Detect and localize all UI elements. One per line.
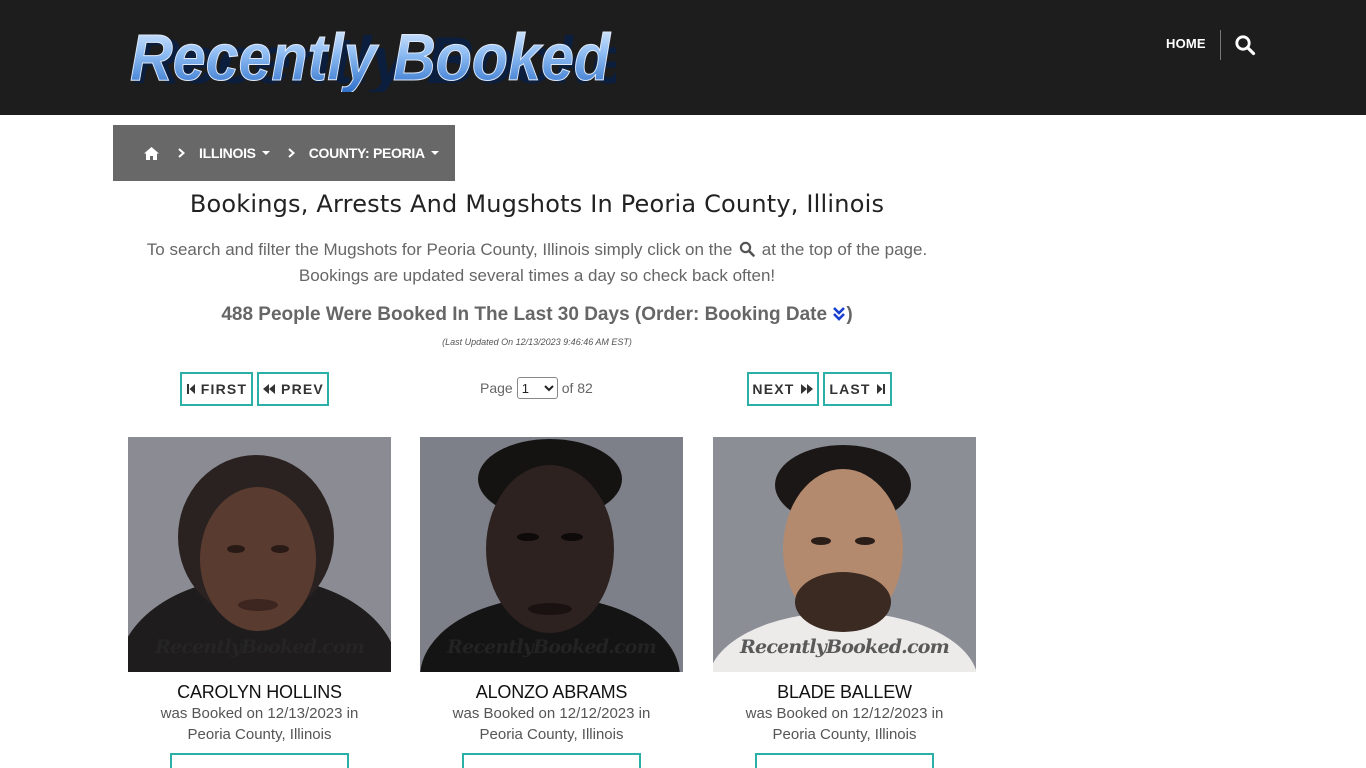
step-forward-icon: [876, 384, 885, 394]
mugshot-watermark: RecentlyBooked.com: [155, 636, 365, 658]
booking-count-close: ): [846, 304, 853, 325]
next-page-label: NEXT: [752, 381, 795, 397]
breadcrumb-county-dropdown[interactable]: COUNTY: PEORIA: [309, 145, 439, 161]
search-icon: [739, 239, 755, 257]
mugshot-image[interactable]: RecentlyBooked.com: [420, 437, 683, 672]
svg-text:Recently Booked: Recently Booked: [130, 20, 612, 92]
booking-card: RecentlyBooked.com CAROLYN HOLLINS was B…: [128, 437, 391, 768]
breadcrumb-state-label: ILLINOIS: [199, 145, 256, 161]
site-logo[interactable]: Recently Booked Recently Booked: [126, 18, 617, 93]
first-page-label: FIRST: [200, 381, 248, 397]
prev-page-button[interactable]: PREV: [257, 372, 329, 406]
page-title: Bookings, Arrests And Mugshots In Peoria…: [189, 190, 885, 218]
last-page-label: LAST: [829, 381, 871, 397]
see-details-button[interactable]: SEE DETAILS: [170, 753, 349, 768]
nav-home-link[interactable]: HOME: [1166, 36, 1206, 51]
breadcrumb-county-label: COUNTY: PEORIA: [308, 145, 425, 161]
backward-icon: [263, 384, 276, 394]
booking-count-text: 488 People Were Booked In The Last 30 Da…: [221, 304, 828, 325]
booking-location-text: Peoria County, Illinois: [772, 726, 917, 743]
intro-text-before: To search and filter the Mugshots for Pe…: [146, 240, 733, 259]
chevron-right-icon: [178, 148, 185, 158]
booking-date-text: was Booked on 12/12/2023 in: [452, 705, 651, 722]
first-page-button[interactable]: FIRST: [180, 372, 253, 406]
inmate-name[interactable]: ALONZO ABRAMS: [420, 682, 683, 703]
double-chevron-down-icon[interactable]: [832, 306, 846, 322]
page-select[interactable]: 1: [516, 377, 558, 399]
intro-text: To search and filter the Mugshots for Pe…: [113, 237, 961, 289]
mugshot-watermark: RecentlyBooked.com: [447, 636, 657, 658]
see-details-button[interactable]: SEE DETAILS: [462, 753, 641, 768]
search-icon[interactable]: [1234, 34, 1256, 56]
breadcrumb: ILLINOIS COUNTY: PEORIA: [113, 125, 455, 181]
home-icon[interactable]: [143, 146, 160, 161]
page-total: of 82: [561, 380, 593, 396]
mugshot-watermark: RecentlyBooked.com: [740, 636, 950, 658]
logo-wordmark: Recently Booked Recently Booked: [130, 20, 617, 93]
prev-page-label: PREV: [281, 381, 324, 397]
booking-card: RecentlyBooked.com ALONZO ABRAMS was Boo…: [420, 437, 683, 768]
inmate-name[interactable]: CAROLYN HOLLINS: [128, 682, 391, 703]
mugshot-image[interactable]: RecentlyBooked.com: [128, 437, 391, 672]
booking-location-text: Peoria County, Illinois: [479, 726, 624, 743]
last-page-button[interactable]: LAST: [823, 372, 892, 406]
page-label: Page: [480, 380, 513, 396]
breadcrumb-state-dropdown[interactable]: ILLINOIS: [199, 145, 270, 161]
booking-card: RecentlyBooked.com BLADE BALLEW was Book…: [713, 437, 976, 768]
caret-down-icon: [430, 151, 439, 155]
step-backward-icon: [186, 384, 195, 394]
next-page-button[interactable]: NEXT: [747, 372, 819, 406]
caret-down-icon: [261, 151, 270, 155]
page-selector: Page 1 of 82: [480, 377, 593, 399]
inmate-name[interactable]: BLADE BALLEW: [713, 682, 976, 703]
booking-count-heading: 488 People Were Booked In The Last 30 Da…: [113, 304, 961, 326]
mugshot-image[interactable]: RecentlyBooked.com: [713, 437, 976, 672]
forward-icon: [800, 384, 813, 394]
last-updated-text: (Last Updated On 12/13/2023 9:46:46 AM E…: [442, 337, 632, 347]
booking-date-text: was Booked on 12/13/2023 in: [160, 705, 359, 722]
booking-date-text: was Booked on 12/12/2023 in: [745, 705, 944, 722]
site-header: Recently Booked Recently Booked HOME: [0, 0, 1366, 115]
chevron-right-icon: [288, 148, 295, 158]
booking-location-text: Peoria County, Illinois: [187, 726, 332, 743]
nav-divider: [1220, 30, 1221, 60]
see-details-button[interactable]: SEE DETAILS: [755, 753, 934, 768]
